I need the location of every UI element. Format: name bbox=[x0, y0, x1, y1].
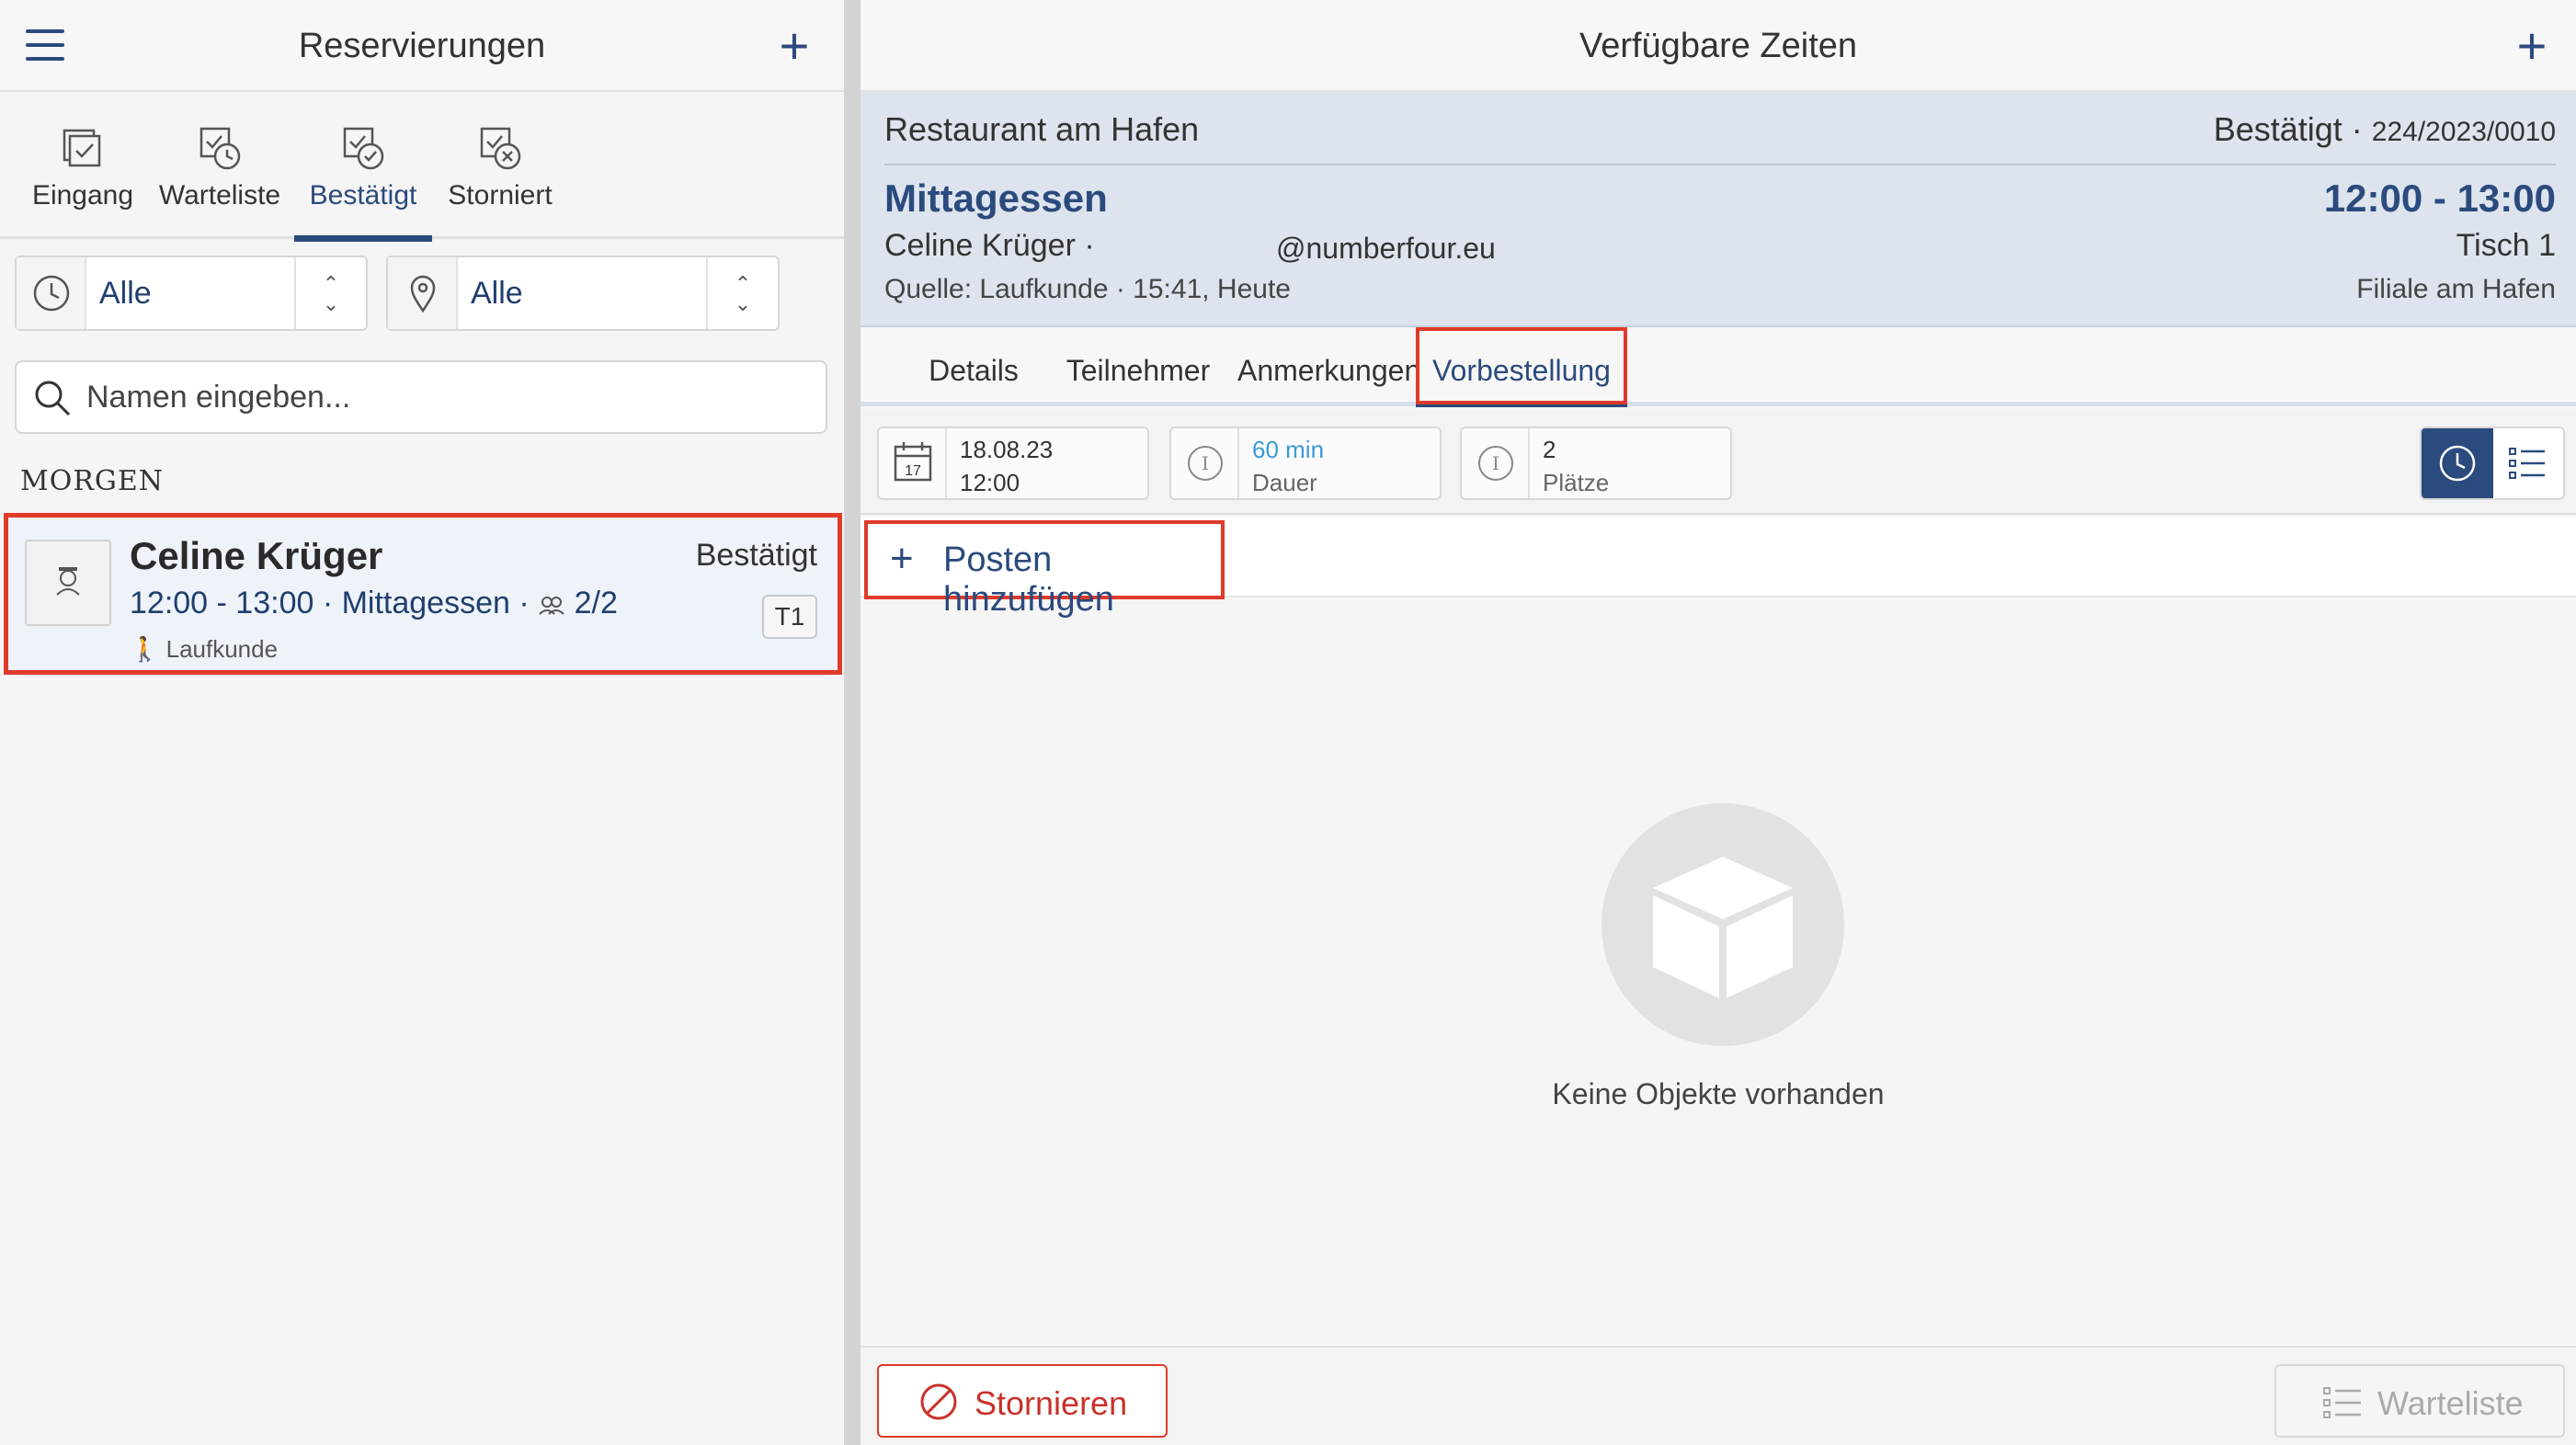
reservation-tabs: Eingang Warteliste Bestätigt Storniert bbox=[0, 92, 844, 242]
add-item-row: + Posten hinzufügen bbox=[861, 517, 2576, 619]
right-panel-title: Verfügbare Zeiten bbox=[1579, 27, 1858, 65]
reservation-info-strip: 17 18.08.23 12:00 I 60 min Dauer I 2 Plä… bbox=[861, 412, 2576, 515]
seats-label: Plätze bbox=[1543, 469, 1610, 496]
highlight-frame bbox=[1416, 327, 1627, 404]
waitlist-button[interactable]: Warteliste bbox=[2274, 1364, 2565, 1438]
tab-label: Storniert bbox=[448, 180, 553, 210]
guest-name: Celine Krüger bbox=[130, 534, 383, 577]
location-pin-icon bbox=[388, 257, 458, 329]
tab-details[interactable]: Details bbox=[908, 329, 1039, 406]
add-item-button[interactable]: + Posten hinzufügen bbox=[864, 520, 1225, 619]
branch-name: Filiale am Hafen bbox=[2356, 274, 2556, 304]
cancel-reservation-button[interactable]: Stornieren bbox=[877, 1364, 1168, 1438]
list-view-icon[interactable] bbox=[2491, 428, 2563, 498]
tab-bestaetigt[interactable]: Bestätigt bbox=[294, 92, 432, 242]
reservation-header: Restaurant am Hafen Bestätigt · 224/2023… bbox=[861, 92, 2576, 327]
empty-box-icon bbox=[1601, 803, 1844, 1046]
waiter-avatar-icon bbox=[25, 540, 111, 626]
reservation-code: 224/2023/0010 bbox=[2371, 117, 2556, 147]
inbox-icon bbox=[63, 129, 101, 167]
guests-icon bbox=[539, 597, 564, 615]
add-item-label: Posten hinzufügen bbox=[943, 540, 1114, 619]
duration-box[interactable]: I 60 min Dauer bbox=[1169, 427, 1442, 500]
header-guest-name: Celine Krüger · bbox=[884, 228, 1095, 263]
waitlist-label: Warteliste bbox=[2377, 1384, 2524, 1422]
action-footer: Stornieren Warteliste bbox=[861, 1346, 2576, 1445]
clock-icon bbox=[17, 257, 86, 329]
tab-storniert[interactable]: Storniert bbox=[438, 92, 563, 239]
search-input[interactable] bbox=[86, 362, 813, 432]
guest-email[interactable]: @numberfour.eu bbox=[1276, 232, 1496, 266]
plus-icon: + bbox=[890, 536, 914, 581]
duration-value: 60 min bbox=[1252, 436, 1325, 463]
service-time: 12:00 - 13:00 bbox=[2323, 176, 2556, 220]
empty-state-text: Keine Objekte vorhanden bbox=[1552, 1077, 1885, 1110]
chevron-updown-icon: ⌃ ⌄ bbox=[294, 257, 366, 329]
source-label: Laufkunde bbox=[165, 635, 279, 663]
add-time-button[interactable]: + bbox=[2506, 20, 2558, 72]
header-status: Bestätigt · 224/2023/0010 bbox=[2214, 110, 2556, 149]
confirmed-check-icon bbox=[343, 127, 384, 170]
calendar-day: 17 bbox=[905, 463, 921, 479]
tab-label: Warteliste bbox=[158, 180, 281, 210]
svg-text:I: I bbox=[1202, 452, 1209, 474]
reservations-panel: Reservierungen + Eingang Warteliste Best… bbox=[0, 0, 844, 1445]
info-icon: I bbox=[1462, 428, 1530, 498]
reservation-list-item[interactable]: Celine Krüger Bestätigt 12:00 - 13:00 · … bbox=[4, 513, 842, 675]
guest-count: 2/2 bbox=[574, 586, 618, 620]
date-box[interactable]: 17 18.08.23 12:00 bbox=[877, 427, 1149, 500]
walk-in-icon: 🚶 bbox=[130, 635, 160, 663]
source-info: Quelle: Laufkunde · 15:41, Heute bbox=[884, 274, 1291, 304]
panel-divider[interactable] bbox=[844, 0, 861, 1445]
left-panel-title: Reservierungen bbox=[298, 27, 546, 65]
table-badge: T1 bbox=[762, 595, 817, 639]
view-toggle bbox=[2420, 427, 2565, 500]
location-filter-select[interactable]: Alle ⌃ ⌄ bbox=[386, 256, 780, 331]
tab-warteliste[interactable]: Warteliste bbox=[154, 92, 285, 239]
time-filter-value: Alle bbox=[99, 276, 152, 311]
seats-value: 2 bbox=[1543, 436, 1556, 463]
venue-name: Restaurant am Hafen bbox=[884, 110, 1200, 148]
seats-box[interactable]: I 2 Plätze bbox=[1460, 427, 1732, 500]
location-filter-value: Alle bbox=[471, 276, 523, 311]
left-topbar: Reservierungen + bbox=[0, 0, 844, 92]
time-value: 12:00 bbox=[960, 469, 1020, 496]
detail-panel: Verfügbare Zeiten + Restaurant am Hafen … bbox=[861, 0, 2576, 1445]
time-filter-select[interactable]: Alle ⌃ ⌄ bbox=[15, 256, 368, 331]
tab-eingang[interactable]: Eingang bbox=[20, 92, 145, 239]
tab-teilnehmer[interactable]: Teilnehmer bbox=[1048, 329, 1228, 406]
info-icon: I bbox=[1171, 428, 1239, 498]
reservation-source: 🚶 Laufkunde bbox=[130, 635, 278, 664]
calendar-icon: 17 bbox=[879, 428, 947, 498]
duration-label: Dauer bbox=[1252, 469, 1317, 496]
cancel-icon bbox=[920, 1383, 957, 1420]
cancelled-x-icon bbox=[480, 127, 521, 170]
reservation-summary: 12:00 - 13:00 · Mittagessen · 2/2 bbox=[130, 586, 618, 621]
search-icon bbox=[35, 381, 71, 416]
cancel-label: Stornieren bbox=[975, 1384, 1128, 1422]
tab-anmerkungen[interactable]: Anmerkungen bbox=[1237, 329, 1420, 406]
status-text: Bestätigt · bbox=[2213, 110, 2363, 148]
reservation-status: Bestätigt bbox=[695, 538, 817, 573]
name-search-field[interactable] bbox=[15, 360, 827, 434]
date-value: 18.08.23 bbox=[960, 436, 1054, 463]
add-reservation-button[interactable]: + bbox=[769, 20, 820, 72]
tab-label: Eingang bbox=[31, 180, 134, 210]
date-section-label: MORGEN bbox=[20, 465, 165, 497]
tab-label: Bestätigt bbox=[309, 180, 417, 210]
active-tab-indicator bbox=[294, 235, 432, 242]
clock-view-icon[interactable] bbox=[2422, 428, 2493, 498]
table-name: Tisch 1 bbox=[2456, 228, 2556, 263]
waitlist-clock-icon bbox=[199, 127, 241, 170]
header-divider bbox=[884, 164, 2556, 165]
right-topbar: Verfügbare Zeiten + bbox=[861, 0, 2576, 92]
detail-tabs: Details Teilnehmer Anmerkungen Vorbestel… bbox=[861, 329, 2576, 406]
service-name: Mittagessen bbox=[884, 176, 1108, 220]
chevron-updown-icon: ⌃ ⌄ bbox=[706, 257, 778, 329]
list-icon bbox=[2323, 1387, 2361, 1418]
reservation-time-line: 12:00 - 13:00 · Mittagessen · bbox=[130, 586, 530, 620]
svg-text:I: I bbox=[1492, 452, 1499, 474]
